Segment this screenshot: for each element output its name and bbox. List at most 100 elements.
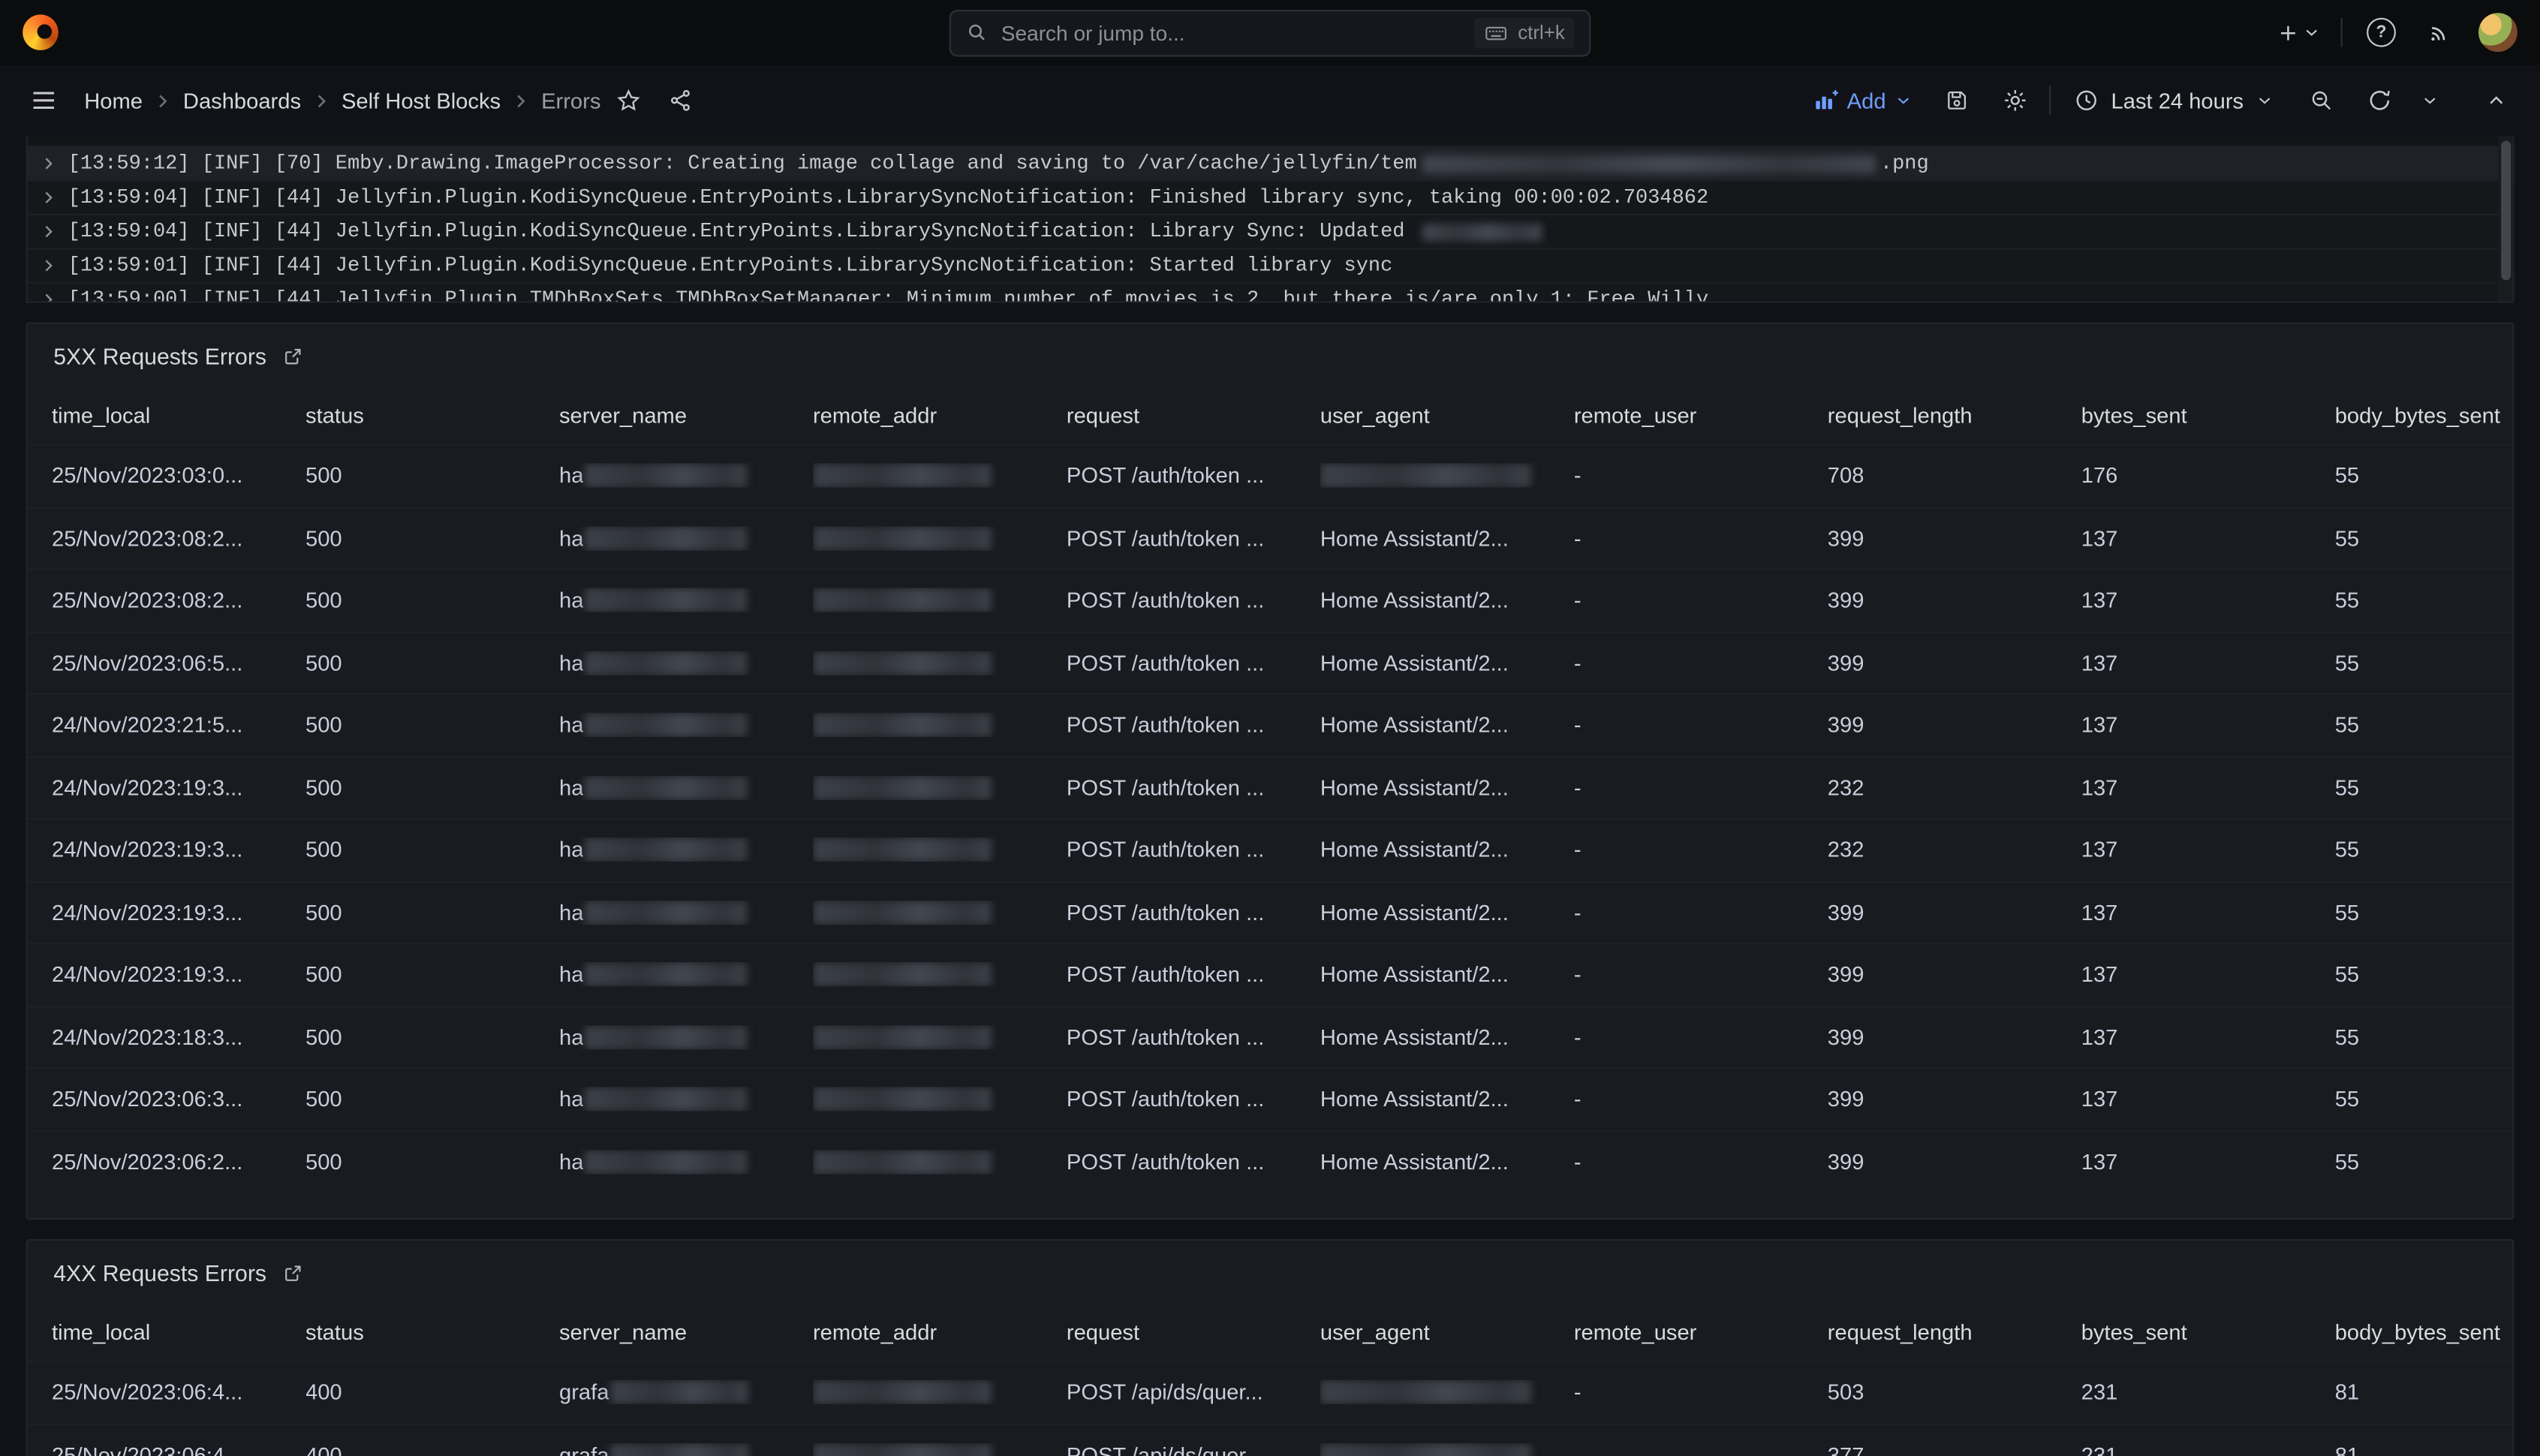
external-link-icon[interactable] xyxy=(281,345,303,368)
panel-title[interactable]: 4XX Requests Errors xyxy=(53,1260,266,1286)
zoom-out-button[interactable] xyxy=(2297,76,2346,125)
table-row: 25/Nov/2023:06:3...500haPOST /auth/token… xyxy=(28,1067,2513,1130)
table-cell: 500 xyxy=(305,1025,559,1049)
mega-menu-button[interactable] xyxy=(20,76,68,125)
cell-text: 24/Nov/2023:19:3... xyxy=(52,838,242,862)
redacted-text xyxy=(611,1442,748,1456)
column-header-request[interactable]: request xyxy=(1067,402,1320,426)
column-header-user_agent[interactable]: user_agent xyxy=(1320,1319,1574,1343)
panel-title[interactable]: 5XX Requests Errors xyxy=(53,344,266,370)
share-button[interactable] xyxy=(656,76,705,125)
log-expand-icon[interactable] xyxy=(41,190,57,206)
table-cell: 500 xyxy=(305,1150,559,1174)
table-cell: ha xyxy=(559,526,813,550)
table-cell: 232 xyxy=(1828,838,2081,862)
scrollbar-track[interactable] xyxy=(2498,136,2512,301)
cell-text: 137 xyxy=(2081,1087,2118,1112)
table-cell: - xyxy=(1574,588,1828,612)
column-header-server_name[interactable]: server_name xyxy=(559,1319,813,1343)
column-header-time_local[interactable]: time_local xyxy=(52,1319,305,1343)
cell-text: Home Assistant/2... xyxy=(1320,1025,1509,1049)
chevron-down-icon xyxy=(1894,91,1913,110)
cell-text: 55 xyxy=(2335,464,2359,488)
table-header-row: time_localstatusserver_nameremote_addrre… xyxy=(28,1302,2513,1361)
user-avatar[interactable] xyxy=(2478,13,2517,52)
chevron-right-icon xyxy=(512,92,530,110)
dashboard-settings-button[interactable] xyxy=(1991,76,2040,125)
column-header-remote_user[interactable]: remote_user xyxy=(1574,1319,1828,1343)
log-row[interactable]: [13:59:04] [INF] [44] Jellyfin.Plugin.Ko… xyxy=(28,180,2513,214)
table-cell: 25/Nov/2023:06:5... xyxy=(52,651,305,675)
column-header-body_bytes_sent[interactable]: body_bytes_sent xyxy=(2335,402,2514,426)
cell-text: 55 xyxy=(2335,713,2359,737)
table-cell: POST /auth/token ... xyxy=(1067,588,1320,612)
add-panel-button[interactable]: Add xyxy=(1803,76,1923,125)
column-header-request_length[interactable]: request_length xyxy=(1828,1319,2081,1343)
column-header-status[interactable]: status xyxy=(305,1319,559,1343)
cell-text: - xyxy=(1574,651,1581,675)
log-row[interactable]: [13:59:04] [INF] [44] Jellyfin.Plugin.Ko… xyxy=(28,214,2513,248)
column-header-time_local[interactable]: time_local xyxy=(52,402,305,426)
table-row: 24/Nov/2023:19:3...500haPOST /auth/token… xyxy=(28,880,2513,943)
cell-text: 55 xyxy=(2335,900,2359,924)
shortcut-label: ctrl+k xyxy=(1518,21,1565,44)
new-menu-button[interactable] xyxy=(2276,11,2321,53)
log-expand-icon[interactable] xyxy=(41,257,57,274)
column-header-server_name[interactable]: server_name xyxy=(559,402,813,426)
column-header-user_agent[interactable]: user_agent xyxy=(1320,402,1574,426)
log-row[interactable]: [13:59:00] [INF] [44] Jellyfin.Plugin.TM… xyxy=(28,282,2513,303)
cell-text: 25/Nov/2023:03:0... xyxy=(52,464,242,488)
column-header-request_length[interactable]: request_length xyxy=(1828,402,2081,426)
cell-text: POST /auth/token ... xyxy=(1067,588,1264,612)
table-cell: - xyxy=(1574,1380,1828,1404)
table-cell: 24/Nov/2023:21:5... xyxy=(52,713,305,737)
chevron-down-icon xyxy=(2255,91,2274,110)
table-cell: 55 xyxy=(2335,588,2514,612)
scrollbar-thumb[interactable] xyxy=(2500,141,2510,281)
column-header-remote_user[interactable]: remote_user xyxy=(1574,402,1828,426)
save-dashboard-button[interactable] xyxy=(1933,76,1982,125)
cell-text: 25/Nov/2023:08:2... xyxy=(52,526,242,550)
collapse-toolbar-button[interactable] xyxy=(2472,76,2520,125)
news-button[interactable] xyxy=(2420,11,2459,53)
breadcrumb-home[interactable]: Home xyxy=(84,89,143,113)
cell-text: 500 xyxy=(305,1087,342,1112)
refresh-button[interactable] xyxy=(2355,76,2404,125)
grafana-logo[interactable] xyxy=(23,14,58,50)
column-header-request[interactable]: request xyxy=(1067,1319,1320,1343)
log-expand-icon[interactable] xyxy=(41,155,57,172)
table-cell: 137 xyxy=(2081,713,2335,737)
cell-text: 81 xyxy=(2335,1380,2359,1404)
breadcrumb-dashboards[interactable]: Dashboards xyxy=(183,89,301,113)
table-row: 24/Nov/2023:18:3...500haPOST /auth/token… xyxy=(28,1005,2513,1067)
redacted-text xyxy=(585,775,748,799)
log-row[interactable]: [13:59:12] [INF] [70] Emby.Drawing.Image… xyxy=(28,146,2513,179)
favorite-button[interactable] xyxy=(604,76,653,125)
column-header-bytes_sent[interactable]: bytes_sent xyxy=(2081,402,2335,426)
log-row[interactable]: [13:59:01] [INF] [44] Jellyfin.Plugin.Ko… xyxy=(28,248,2513,281)
table-cell: - xyxy=(1574,1087,1828,1112)
time-range-picker[interactable]: Last 24 hours xyxy=(2061,76,2288,125)
column-header-remote_addr[interactable]: remote_addr xyxy=(813,402,1067,426)
column-header-remote_addr[interactable]: remote_addr xyxy=(813,1319,1067,1343)
table-cell xyxy=(1320,464,1574,488)
help-button[interactable]: ? xyxy=(2362,11,2401,53)
log-row[interactable] xyxy=(28,136,2513,146)
column-header-bytes_sent[interactable]: bytes_sent xyxy=(2081,1319,2335,1343)
log-message: [13:59:00] [INF] [44] Jellyfin.Plugin.TM… xyxy=(68,284,1709,303)
column-header-status[interactable]: status xyxy=(305,402,559,426)
cell-text: ha xyxy=(559,775,583,799)
table-cell: POST /auth/token ... xyxy=(1067,713,1320,737)
table-cell: 137 xyxy=(2081,838,2335,862)
table-cell xyxy=(813,1442,1067,1456)
search-input[interactable]: Search or jump to... ctrl+k xyxy=(949,9,1591,56)
cell-text: 399 xyxy=(1828,1087,1864,1112)
breadcrumb-self-host-blocks[interactable]: Self Host Blocks xyxy=(342,89,501,113)
log-expand-icon[interactable] xyxy=(41,224,57,240)
external-link-icon[interactable] xyxy=(281,1262,303,1284)
log-expand-icon[interactable] xyxy=(41,291,57,302)
keyboard-icon xyxy=(1484,20,1508,44)
refresh-interval-dropdown[interactable] xyxy=(2414,76,2446,125)
table-cell: 399 xyxy=(1828,963,2081,987)
column-header-body_bytes_sent[interactable]: body_bytes_sent xyxy=(2335,1319,2514,1343)
